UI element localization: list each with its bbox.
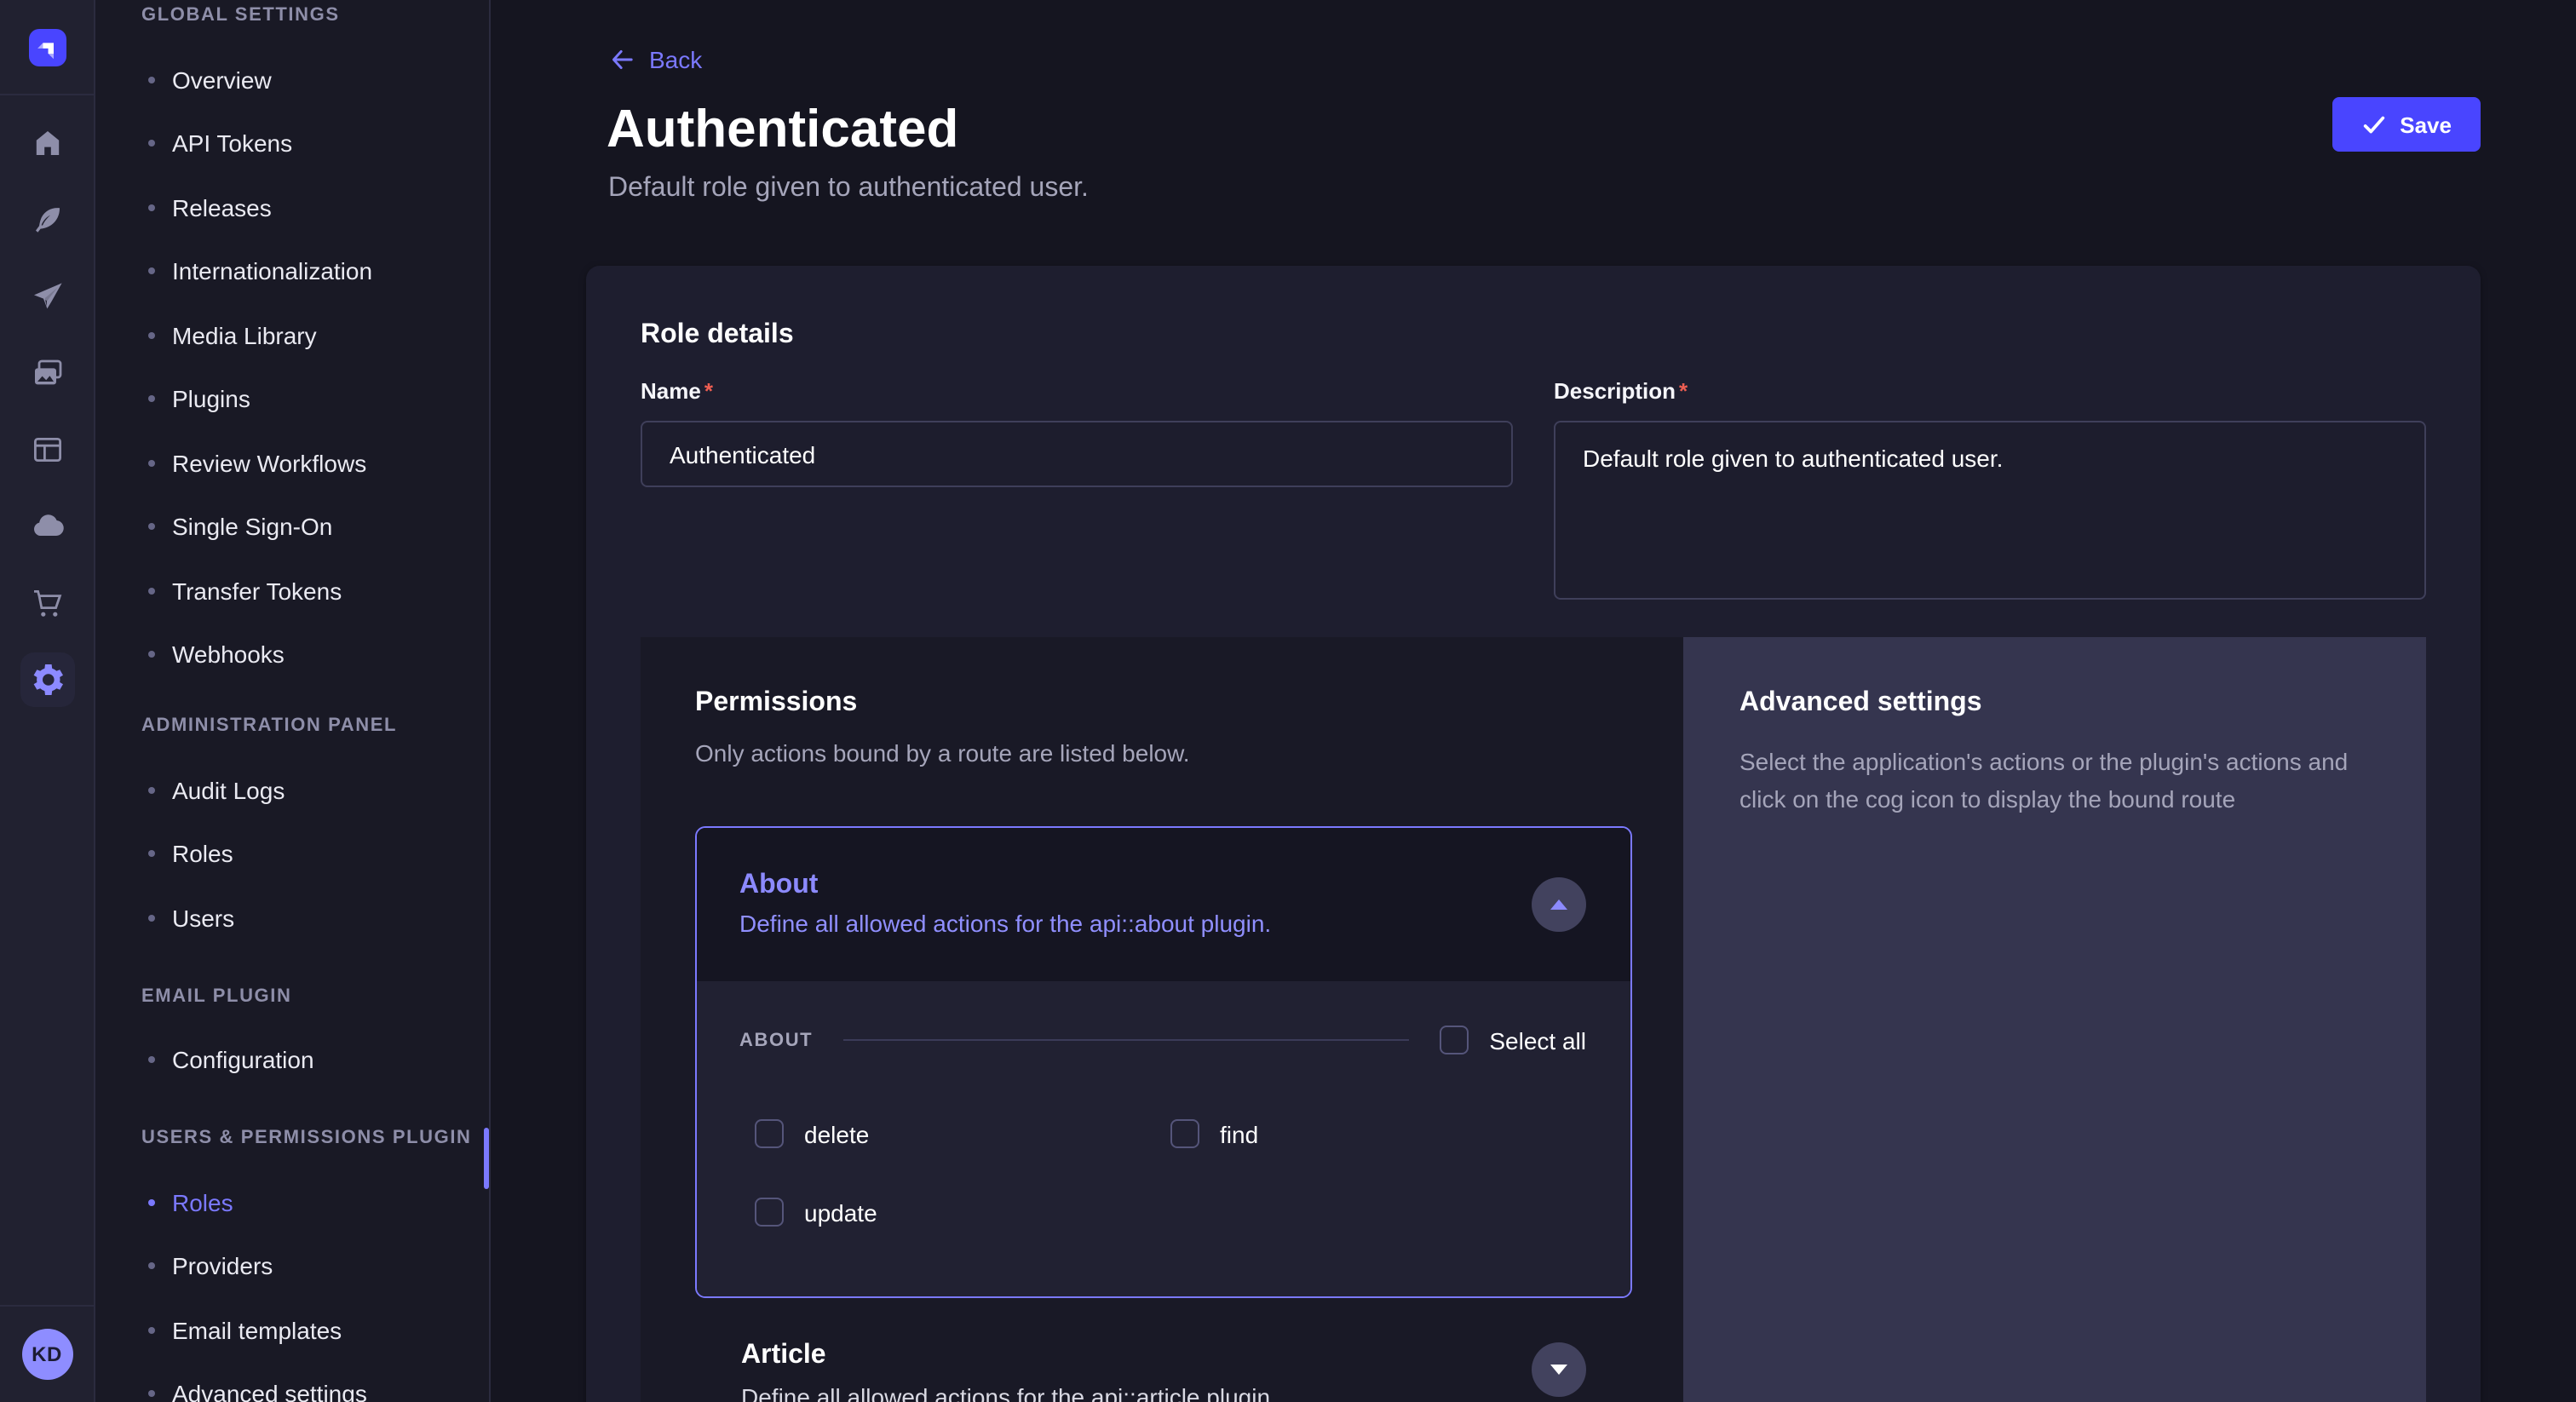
select-all-label: Select all	[1489, 1026, 1586, 1054]
accordion-about-header[interactable]: About Define all allowed actions for the…	[697, 828, 1630, 981]
settings-gear-icon[interactable]	[20, 652, 74, 707]
sidebar-item-transfer-tokens[interactable]: Transfer Tokens	[141, 559, 489, 623]
name-required-mark: *	[704, 378, 713, 404]
about-group-row: ABOUT Select all	[739, 1026, 1586, 1054]
accordion-about-body: ABOUT Select all delete	[697, 981, 1630, 1296]
section-label-global-settings: GLOBAL SETTINGS	[141, 3, 489, 27]
sidebar-item-plugins[interactable]: Plugins	[141, 367, 489, 431]
description-label: Description	[1554, 378, 1676, 404]
strapi-logo-icon[interactable]	[28, 28, 66, 66]
role-card: Role details Name* Description* Default …	[586, 266, 2481, 1402]
back-label: Back	[649, 46, 702, 73]
find-checkbox[interactable]	[1170, 1119, 1199, 1148]
sidebar-item-users[interactable]: Users	[141, 886, 489, 950]
sidebar-item-review-workflows[interactable]: Review Workflows	[141, 431, 489, 495]
section-label-administration-panel: ADMINISTRATION PANEL	[141, 714, 489, 738]
sidebar-item-email-configuration[interactable]: Configuration	[141, 1028, 489, 1092]
home-icon[interactable]	[20, 116, 74, 170]
marketplace-cart-icon[interactable]	[20, 576, 74, 630]
permissions-heading: Permissions	[695, 685, 1632, 722]
media-library-icon[interactable]	[20, 346, 74, 400]
accordion-article-header[interactable]: Article Define all allowed actions for t…	[695, 1339, 1632, 1402]
permissions-panel: Permissions Only actions bound by a rout…	[641, 637, 1683, 1402]
sidebar-item-providers[interactable]: Providers	[141, 1234, 489, 1298]
sidebar-item-single-sign-on[interactable]: Single Sign-On	[141, 495, 489, 559]
name-input[interactable]	[641, 421, 1513, 487]
accordion-article-title: Article	[741, 1339, 1513, 1373]
about-group-label: ABOUT	[739, 1030, 813, 1050]
section-label-email-plugin: EMAIL PLUGIN	[141, 984, 489, 1008]
find-label: find	[1220, 1120, 1258, 1147]
accordion-article-expand-button[interactable]	[1532, 1342, 1586, 1397]
action-delete: delete	[755, 1119, 1170, 1148]
delete-label: delete	[804, 1120, 869, 1147]
delete-checkbox[interactable]	[755, 1119, 784, 1148]
page-subtitle: Default role given to authenticated user…	[608, 174, 1089, 204]
paper-plane-icon[interactable]	[20, 269, 74, 324]
description-required-mark: *	[1679, 378, 1688, 404]
chevron-up-icon	[1550, 899, 1567, 910]
action-find: find	[1170, 1119, 1586, 1148]
role-fields-row: Name* Description* Default role given to…	[641, 378, 2426, 608]
sidebar-item-up-advanced-settings[interactable]: Advanced settings	[141, 1362, 489, 1402]
rail-footer: KD	[0, 1305, 94, 1402]
feather-icon[interactable]	[20, 192, 74, 247]
sidebar-item-up-roles[interactable]: Roles	[141, 1170, 489, 1234]
name-label: Name	[641, 378, 701, 404]
update-label: update	[804, 1198, 877, 1226]
back-link[interactable]: Back	[608, 46, 702, 73]
sidebar-item-api-tokens[interactable]: API Tokens	[141, 112, 489, 175]
sidebar-item-media-library[interactable]: Media Library	[141, 303, 489, 367]
sidebar-item-overview[interactable]: Overview	[141, 48, 489, 112]
back-arrow-icon	[608, 46, 635, 73]
icon-rail: KD	[0, 0, 95, 1402]
accordion-about: About Define all allowed actions for the…	[695, 826, 1632, 1298]
chevron-down-icon	[1550, 1365, 1567, 1375]
about-actions: delete find	[755, 1119, 1586, 1227]
description-field-group: Description* Default role given to authe…	[1554, 378, 2426, 608]
sidebar-item-audit-logs[interactable]: Audit Logs	[141, 758, 489, 822]
save-button[interactable]: Save	[2332, 97, 2481, 152]
role-details-heading: Role details	[641, 317, 2426, 354]
settings-sidebar: GLOBAL SETTINGS Overview API Tokens Rele…	[95, 0, 491, 1402]
section-label-users-permissions-plugin: USERS & PERMISSIONS PLUGIN	[141, 1126, 489, 1150]
description-textarea[interactable]: Default role given to authenticated user…	[1554, 421, 2426, 600]
advanced-settings-text: Select the application's actions or the …	[1739, 743, 2372, 818]
save-label: Save	[2400, 112, 2452, 137]
advanced-settings-panel: Advanced settings Select the application…	[1683, 637, 2426, 1402]
sidebar-item-webhooks[interactable]: Webhooks	[141, 623, 489, 687]
main-content: Back Authenticated Default role given to…	[491, 0, 2576, 1402]
layout-icon[interactable]	[20, 422, 74, 477]
group-divider	[843, 1039, 1409, 1041]
check-icon	[2360, 112, 2386, 137]
accordion-about-title: About	[739, 869, 1511, 903]
update-checkbox[interactable]	[755, 1198, 784, 1227]
sidebar-scroll-indicator[interactable]	[484, 1128, 489, 1189]
select-all-checkbox[interactable]	[1440, 1026, 1469, 1054]
sidebar-item-email-templates[interactable]: Email templates	[141, 1298, 489, 1362]
logo-area	[0, 0, 94, 95]
sidebar-item-internationalization[interactable]: Internationalization	[141, 239, 489, 303]
cloud-icon[interactable]	[20, 499, 74, 554]
accordion-about-collapse-button[interactable]	[1532, 877, 1586, 932]
user-avatar[interactable]: KD	[21, 1329, 72, 1380]
rail-icon-list	[20, 116, 74, 729]
action-update: update	[755, 1198, 1203, 1227]
name-field-group: Name*	[641, 378, 1513, 608]
advanced-settings-heading: Advanced settings	[1739, 685, 2372, 722]
accordion-about-description: Define all allowed actions for the api::…	[739, 908, 1511, 939]
sidebar-item-admin-roles[interactable]: Roles	[141, 822, 489, 886]
permissions-grid: Permissions Only actions bound by a rout…	[641, 637, 2426, 1402]
accordion-article-description: Define all allowed actions for the api::…	[741, 1382, 1513, 1402]
page-title: Authenticated	[607, 99, 958, 160]
sidebar-item-releases[interactable]: Releases	[141, 175, 489, 239]
strapi-admin-app: KD GLOBAL SETTINGS Overview API Tokens R…	[0, 0, 2576, 1402]
permissions-subtitle: Only actions bound by a route are listed…	[695, 736, 1632, 772]
